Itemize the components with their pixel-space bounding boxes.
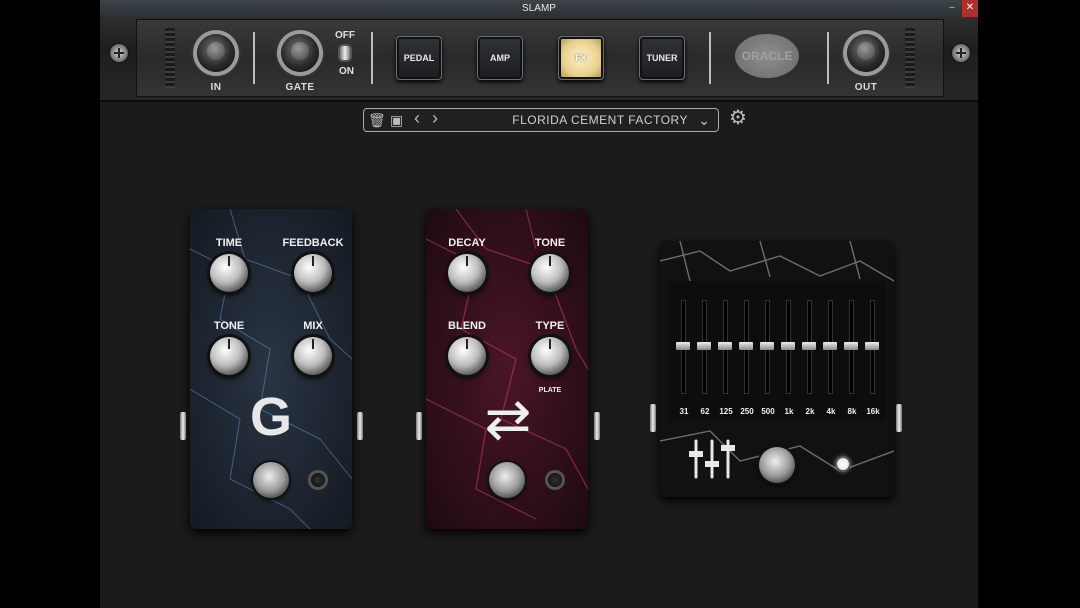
eq-slider-panel: 31 62 125 250 500 1k 2k 4k 8k 16k	[668, 281, 886, 421]
fx-button[interactable]: FX	[558, 36, 604, 80]
tuner-button[interactable]: TUNER	[639, 36, 685, 80]
time-label: TIME	[215, 237, 243, 249]
gate-toggle-switch[interactable]	[340, 46, 350, 60]
pedal-button[interactable]: PEDAL	[396, 36, 442, 80]
tone-knob[interactable]	[210, 337, 248, 375]
output-knob[interactable]	[847, 34, 885, 72]
title-bar: SLAMP – ✕	[100, 0, 978, 17]
prev-preset-icon[interactable]: ‹	[414, 109, 420, 127]
divider	[371, 32, 373, 84]
next-preset-icon[interactable]: ›	[432, 109, 438, 127]
eq-slider-2k[interactable]	[802, 342, 816, 350]
divider	[827, 32, 829, 84]
input-jack	[180, 412, 186, 440]
eq-slider-250[interactable]	[739, 342, 753, 350]
eq-slider-1k[interactable]	[781, 342, 795, 350]
input-label: IN	[210, 82, 222, 93]
feedback-knob[interactable]	[294, 254, 332, 292]
app-window: SLAMP – ✕ IN GATE OFF ON PEDAL AMP FX TU…	[100, 0, 978, 608]
delay-led	[311, 473, 325, 487]
oracle-logo: ORACLE	[735, 34, 799, 78]
mix-label: MIX	[303, 320, 323, 332]
chevron-down-icon[interactable]: ⌄	[698, 110, 710, 130]
tone-label: TONE	[534, 237, 566, 249]
reverb-pedal: DECAY TONE BLEND TYPE PLATE ⇄	[426, 209, 588, 529]
tone-knob[interactable]	[531, 254, 569, 292]
delay-symbol-icon: G	[249, 387, 292, 447]
delay-footswitch[interactable]	[253, 462, 289, 498]
preset-name[interactable]: FLORIDA CEMENT FACTORY	[512, 109, 688, 131]
minimize-button[interactable]: –	[944, 0, 960, 17]
amp-rack: IN GATE OFF ON PEDAL AMP FX TUNER ORACLE…	[100, 17, 978, 102]
input-knob[interactable]	[197, 34, 235, 72]
gate-label: GATE	[285, 82, 315, 93]
mix-knob[interactable]	[294, 337, 332, 375]
output-jack	[594, 412, 600, 440]
eq-slider-31[interactable]	[676, 342, 690, 350]
reverb-symbol-icon: ⇄	[484, 387, 532, 450]
divider	[709, 32, 711, 84]
eq-slider-16k[interactable]	[865, 342, 879, 350]
eq-led	[837, 458, 849, 470]
save-icon[interactable]: ▣	[390, 111, 403, 129]
output-jack	[357, 412, 363, 440]
delay-pedal: TIME FEEDBACK TONE MIX G	[190, 209, 352, 529]
eq-slider-500[interactable]	[760, 342, 774, 350]
tone-label: TONE	[213, 320, 245, 332]
vent-grille	[165, 28, 175, 88]
eq-slider-8k[interactable]	[844, 342, 858, 350]
vent-grille	[905, 28, 915, 88]
amp-button[interactable]: AMP	[477, 36, 523, 80]
toggle-off-label: OFF	[335, 30, 355, 41]
output-jack	[896, 404, 902, 432]
decay-knob[interactable]	[448, 254, 486, 292]
eq-slider-4k[interactable]	[823, 342, 837, 350]
type-label: TYPE	[535, 320, 565, 332]
gear-icon[interactable]: ⚙	[727, 107, 749, 129]
window-title: SLAMP	[522, 3, 556, 14]
decay-label: DECAY	[448, 237, 486, 249]
eq-slider-125[interactable]	[718, 342, 732, 350]
output-label: OUT	[854, 82, 878, 93]
reverb-footswitch[interactable]	[489, 462, 525, 498]
reverb-led	[548, 473, 562, 487]
blend-label: BLEND	[448, 320, 486, 332]
feedback-label: FEEDBACK	[282, 237, 344, 249]
eq-footswitch[interactable]	[759, 447, 795, 483]
input-jack	[416, 412, 422, 440]
toggle-on-label: ON	[339, 66, 354, 77]
preset-bar: 🗑 ▣ ‹ › FLORIDA CEMENT FACTORY ⌄	[363, 108, 719, 132]
gate-knob[interactable]	[281, 34, 319, 72]
sliders-icon	[689, 439, 735, 479]
divider	[253, 32, 255, 84]
input-jack	[650, 404, 656, 432]
eq-pedal: 31 62 125 250 500 1k 2k 4k 8k 16k	[660, 241, 894, 497]
eq-band-label: 16k	[866, 407, 880, 416]
trash-icon[interactable]: 🗑	[368, 111, 386, 129]
eq-slider-62[interactable]	[697, 342, 711, 350]
type-knob[interactable]	[531, 337, 569, 375]
blend-knob[interactable]	[448, 337, 486, 375]
close-button[interactable]: ✕	[962, 0, 978, 17]
rack-panel: IN GATE OFF ON PEDAL AMP FX TUNER ORACLE…	[136, 19, 944, 97]
screw-icon	[110, 44, 128, 62]
screw-icon	[952, 44, 970, 62]
time-knob[interactable]	[210, 254, 248, 292]
